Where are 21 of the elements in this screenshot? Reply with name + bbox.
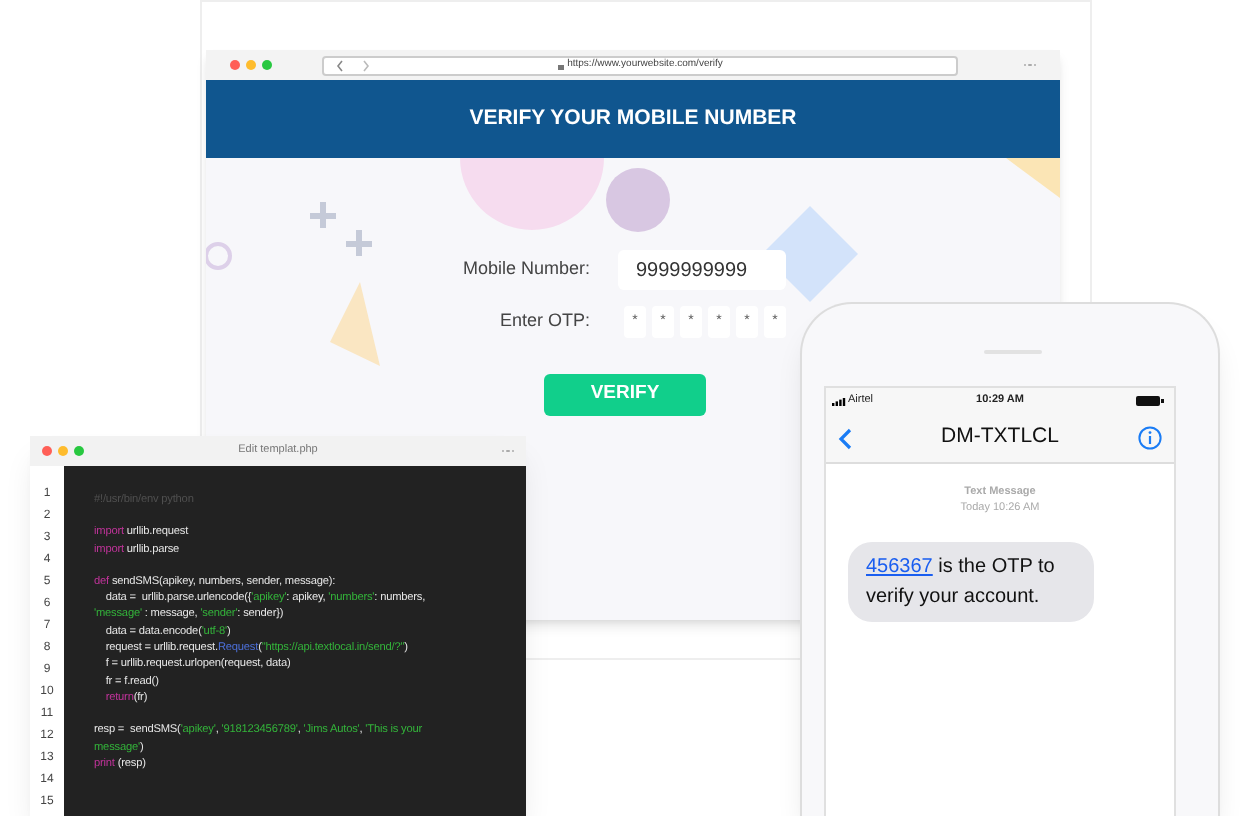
- plus-shape: [307, 199, 339, 231]
- mobile-number-label: Mobile Number:: [462, 256, 590, 283]
- diamond-shape: [762, 206, 858, 302]
- ring-shape: [206, 242, 232, 270]
- otp-label: Enter OTP:: [499, 308, 590, 335]
- corner-triangle-shape: [1006, 158, 1060, 198]
- forward-icon[interactable]: [362, 59, 370, 71]
- otp-link[interactable]: 456367: [866, 556, 933, 578]
- circle-shape: [606, 168, 670, 232]
- battery-icon: [1136, 396, 1164, 406]
- triangle-shape: [330, 282, 380, 366]
- plus-shape: [343, 227, 375, 259]
- back-icon[interactable]: [336, 59, 344, 71]
- signal-icon: [832, 397, 846, 405]
- message-text: 456367 is the OTP to verify your account.: [866, 554, 1057, 612]
- mobile-number-field[interactable]: 9999999999: [618, 250, 786, 290]
- info-icon[interactable]: [1138, 426, 1162, 450]
- contact-name: DM-TXTLCL: [939, 422, 1061, 453]
- page-title: VERIFY YOUR MOBILE NUMBER: [469, 103, 797, 134]
- lock-icon: [557, 61, 564, 69]
- back-icon[interactable]: [838, 427, 852, 449]
